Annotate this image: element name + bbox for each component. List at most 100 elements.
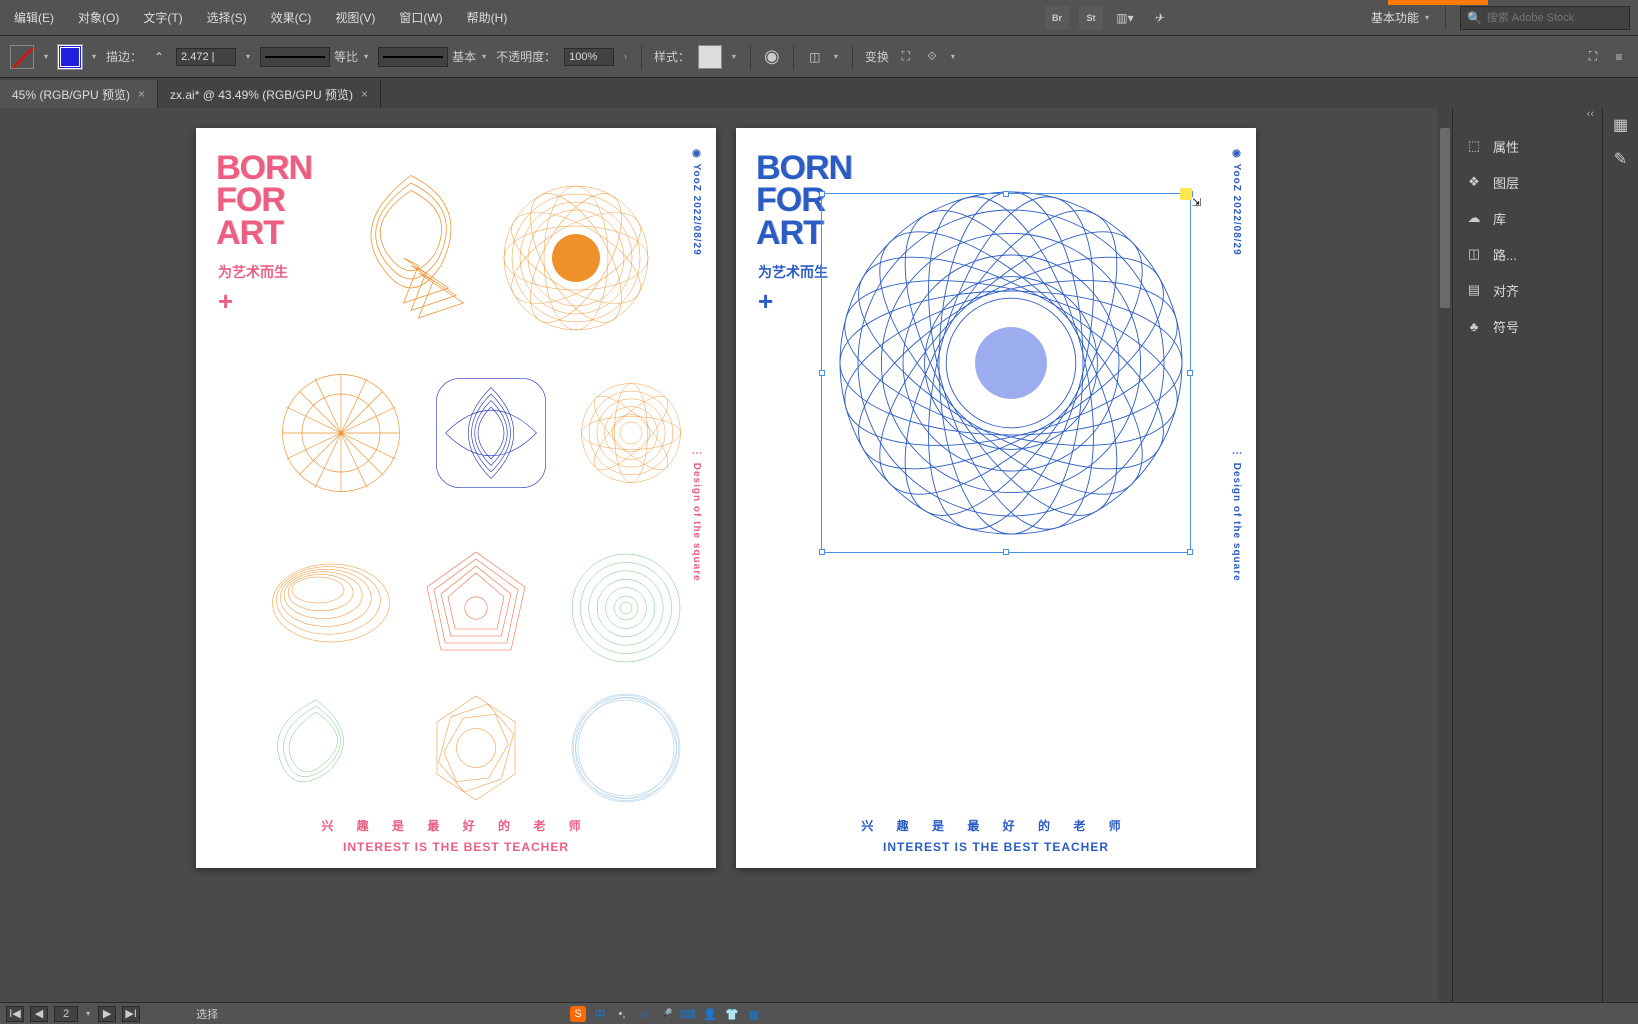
isolate-icon[interactable]: ⛶ [1584,48,1602,66]
side-text-2: ⋮ Design of the square [691,448,702,582]
menu-type[interactable]: 文字(T) [137,5,188,30]
sogou-icon[interactable]: S [570,1006,586,1022]
search-box[interactable]: 🔍 [1460,6,1630,30]
chevron-down-icon[interactable]: ▾ [362,52,370,61]
pathfinder-icon: ◫ [1465,245,1483,263]
vertical-scrollbar[interactable] [1438,108,1452,1002]
opacity-input[interactable] [564,48,614,66]
bridge-icon[interactable]: Br [1045,6,1069,30]
sel-handle-se[interactable] [1187,549,1193,555]
chevron-down-icon[interactable]: ▾ [730,52,738,61]
menu-window[interactable]: 窗口(W) [393,5,448,30]
link-icon[interactable]: ⌃ [150,48,168,66]
sel-handle-e[interactable] [1187,370,1193,376]
nav-first[interactable]: I◀ [6,1006,24,1022]
windows-ime-tray: S 中 •, ☺ 🎤 ⌨ 👤 👕 ▦ [570,1004,762,1024]
side-text-1: ◉ YooZ 2022/08/29 [691,148,702,256]
spiro-6 [266,538,396,668]
nav-prev[interactable]: ◀ [30,1006,48,1022]
title-line-1: BORN [756,152,852,184]
panel-pathfinder[interactable]: ◫ 路... [1453,236,1602,272]
arrange-icon[interactable]: ▥▾ [1113,6,1137,30]
align-icon[interactable]: ◫ [806,48,824,66]
ime-mic-icon[interactable]: 🎤 [658,1006,674,1022]
transform-icon1[interactable]: ⛶ [897,48,915,66]
tab-doc-2[interactable]: zx.ai* @ 43.49% (RGB/GPU 预览) × [158,80,381,108]
selection-box[interactable] [821,193,1191,553]
sel-handle-w[interactable] [819,370,825,376]
brush-def[interactable] [378,47,448,67]
chevron-down-icon[interactable]: ▾ [84,1009,92,1018]
stroke-profile[interactable] [260,47,330,67]
transform-label[interactable]: 变换 [865,48,889,65]
chevron-right-icon[interactable]: › [622,52,629,61]
title-line-2: FOR [216,184,312,216]
spiro-4 [426,368,556,498]
stroke-weight-input[interactable] [176,48,236,66]
artboard-nav-field[interactable]: 2 [54,1006,78,1022]
sel-handle-nw[interactable] [819,191,825,197]
menu-effect[interactable]: 效果(C) [265,5,318,30]
menu-object[interactable]: 对象(O) [72,5,125,30]
sel-handle-sw[interactable] [819,549,825,555]
close-icon[interactable]: × [361,87,368,101]
cursor-highlight [1180,188,1192,200]
panel-menu-icon[interactable]: ≡ [1610,48,1628,66]
ime-lang[interactable]: 中 [592,1006,608,1022]
panel-properties[interactable]: ⬚属性 [1453,128,1602,164]
cube-icon: ⬚ [1465,137,1483,155]
panel-label: 库 [1493,209,1506,228]
fill-swatch[interactable] [10,45,34,69]
brush-icon[interactable]: ✎ [1612,150,1630,168]
chevron-down-icon[interactable]: ▾ [949,52,957,61]
stroke-swatch[interactable] [58,45,82,69]
tab-doc-1[interactable]: 45% (RGB/GPU 预览) × [0,80,158,108]
chevron-down-icon[interactable]: ▾ [90,52,98,61]
status-bar: I◀ ◀ 2 ▾ ▶ ▶I 选择 S 中 •, ☺ 🎤 ⌨ 👤 👕 ▦ [0,1002,1638,1024]
bottom-en: INTEREST IS THE BEST TEACHER [196,840,716,854]
nav-last[interactable]: ▶I [122,1006,140,1022]
symbol-icon: ♣ [1465,317,1483,335]
layers-icon: ❖ [1465,173,1483,191]
ime-kbd-icon[interactable]: ⌨ [680,1006,696,1022]
panel-align[interactable]: ▤对齐 [1453,272,1602,308]
gpu-icon[interactable]: ✈ [1147,6,1171,30]
nav-next[interactable]: ▶ [98,1006,116,1022]
ime-user-icon[interactable]: 👤 [702,1006,718,1022]
search-input[interactable] [1487,12,1623,24]
chevron-down-icon[interactable]: ▾ [42,52,50,61]
sel-handle-n[interactable] [1003,191,1009,197]
transform-icon2[interactable]: ⟐ [923,48,941,66]
menu-edit[interactable]: 编辑(E) [8,5,60,30]
ime-skin-icon[interactable]: 👕 [724,1006,740,1022]
ime-grid-icon[interactable]: ▦ [746,1006,762,1022]
chevron-down-icon: ▾ [1423,13,1431,22]
panel-label: 路... [1493,245,1517,264]
menu-view[interactable]: 视图(V) [329,5,381,30]
workspace-switcher[interactable]: 基本功能 ▾ [1371,9,1431,26]
style-swatch[interactable] [698,45,722,69]
menu-bar: 编辑(E) 对象(O) 文字(T) 选择(S) 效果(C) 视图(V) 窗口(W… [0,0,1638,36]
ime-punct[interactable]: •, [614,1006,630,1022]
canvas[interactable]: BORN FOR ART 为艺术而生 + ◉ YooZ 2022/08/29 ⋮… [0,108,1452,1002]
chevron-down-icon[interactable]: ▾ [244,52,252,61]
chevron-down-icon[interactable]: ▾ [832,52,840,61]
panel-expand[interactable]: ‹‹ [1453,108,1602,128]
spiro-11 [566,688,686,808]
menu-help[interactable]: 帮助(H) [461,5,514,30]
scrollbar-thumb[interactable] [1440,128,1450,308]
panel-label: 符号 [1493,317,1519,336]
panel-layers[interactable]: ❖图层 [1453,164,1602,200]
sel-handle-s[interactable] [1003,549,1009,555]
panel-symbols[interactable]: ♣ 符号 [1453,308,1602,344]
menu-select[interactable]: 选择(S) [201,5,253,30]
stock-icon[interactable]: St [1079,6,1103,30]
chevron-down-icon[interactable]: ▾ [480,52,488,61]
grid-icon[interactable]: ▦ [1612,116,1630,134]
panel-libraries[interactable]: ☁库 [1453,200,1602,236]
close-icon[interactable]: × [138,87,145,101]
ime-emoji-icon[interactable]: ☺ [636,1006,652,1022]
main-area: BORN FOR ART 为艺术而生 + ◉ YooZ 2022/08/29 ⋮… [0,108,1638,1002]
side-text-2: ⋮ Design of the square [1231,448,1242,582]
recolor-icon[interactable]: ◉ [763,48,781,66]
